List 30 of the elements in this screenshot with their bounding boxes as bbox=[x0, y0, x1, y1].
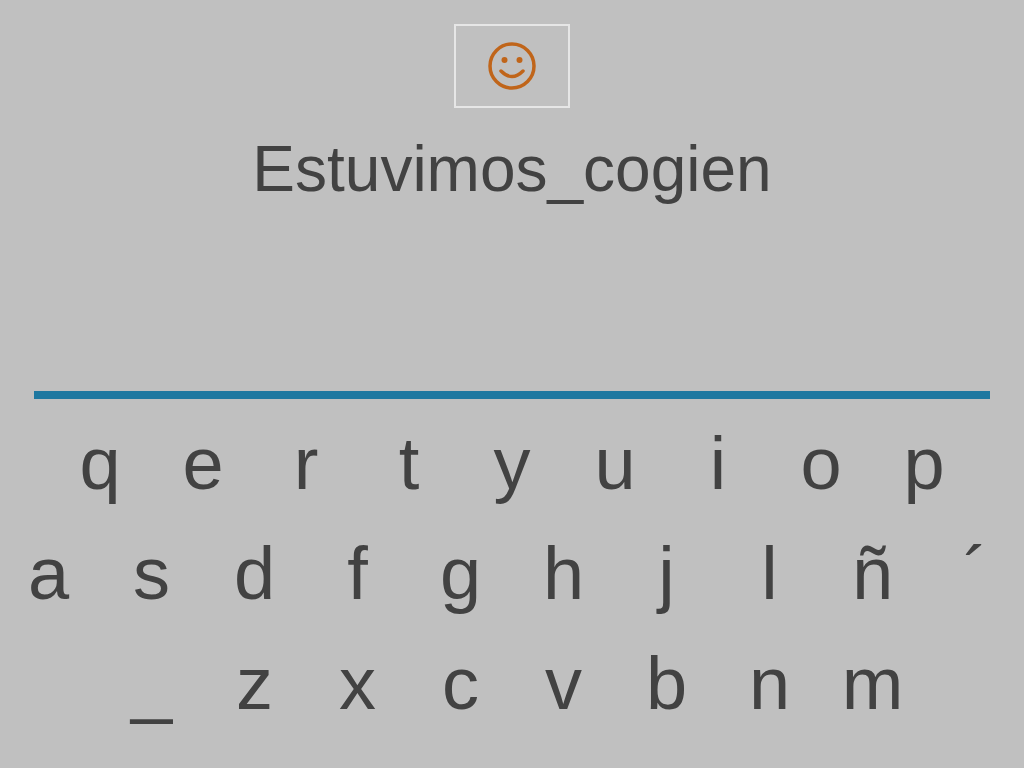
letter-key[interactable]: l bbox=[718, 529, 821, 619]
letter-key[interactable]: s bbox=[100, 529, 203, 619]
letter-key[interactable]: v bbox=[512, 639, 615, 729]
letter-key[interactable]: b bbox=[615, 639, 718, 729]
letter-key[interactable]: d bbox=[203, 529, 306, 619]
word-display: Estuvimos_cogien bbox=[252, 132, 772, 206]
letter-key[interactable]: m bbox=[821, 639, 924, 729]
letter-key[interactable]: _ bbox=[100, 639, 203, 729]
letter-key[interactable]: ñ bbox=[821, 529, 924, 619]
letter-key[interactable]: t bbox=[357, 419, 461, 509]
letter-key[interactable]: e bbox=[151, 419, 255, 509]
letter-key[interactable]: n bbox=[718, 639, 821, 729]
letter-key[interactable]: r bbox=[254, 419, 358, 509]
letter-key[interactable]: i bbox=[666, 419, 770, 509]
letter-key[interactable]: o bbox=[769, 419, 873, 509]
letter-key[interactable]: c bbox=[409, 639, 512, 729]
letter-key[interactable]: h bbox=[512, 529, 615, 619]
letter-key[interactable]: u bbox=[563, 419, 667, 509]
smiley-icon bbox=[486, 40, 538, 92]
letter-key[interactable]: f bbox=[306, 529, 409, 619]
letter-key[interactable]: z bbox=[203, 639, 306, 729]
letter-key[interactable]: ´ bbox=[924, 529, 1024, 619]
smiley-button[interactable] bbox=[454, 24, 570, 108]
letter-key[interactable]: p bbox=[872, 419, 976, 509]
letter-key[interactable]: j bbox=[615, 529, 718, 619]
letter-key[interactable]: q bbox=[48, 419, 152, 509]
letter-key[interactable]: g bbox=[409, 529, 512, 619]
letter-key[interactable]: y bbox=[460, 419, 564, 509]
letter-key[interactable]: a bbox=[0, 529, 100, 619]
letter-key[interactable]: x bbox=[306, 639, 409, 729]
